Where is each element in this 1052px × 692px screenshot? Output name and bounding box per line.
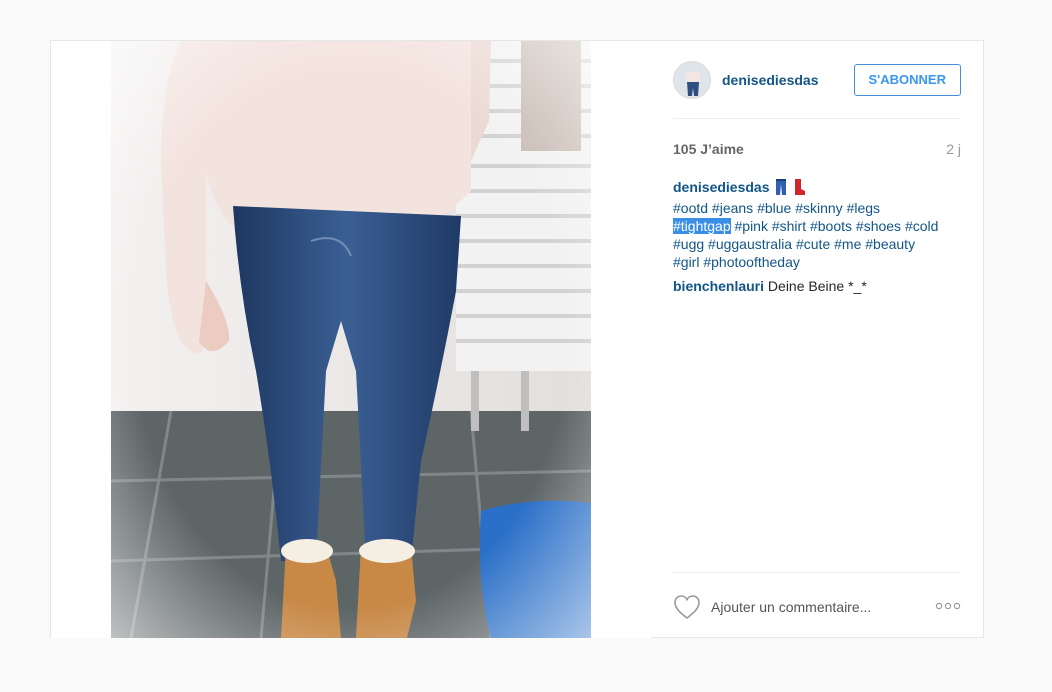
more-options-icon[interactable] [935,597,961,615]
post-card: denisediesdas S'ABONNER 105 J’aime 2 j d… [50,40,984,638]
caption-hashtags-line3[interactable]: #ugg #uggaustralia #cute #me #beauty [673,236,915,252]
post-photo[interactable] [111,41,591,638]
avatar[interactable] [673,61,711,99]
caption: denisediesdas #ootd #jeans #blue #skinny… [673,178,961,271]
hashtag-selected[interactable]: #tightgap [673,218,731,234]
boot-emoji [792,179,806,199]
caption-hashtags-line4[interactable]: #girl #photooftheday [673,254,800,270]
comment-text: Deine Beine *_* [764,278,867,294]
caption-username[interactable]: denisediesdas [673,179,770,195]
caption-hashtags-line1[interactable]: #ootd #jeans #blue #skinny #legs [673,200,880,216]
heart-icon[interactable] [673,594,701,620]
post-age[interactable]: 2 j [946,141,961,157]
follow-button[interactable]: S'ABONNER [853,64,961,96]
header-divider [673,118,961,119]
post-header: denisediesdas S'ABONNER [673,61,961,101]
post-sidebar: denisediesdas S'ABONNER 105 J’aime 2 j d… [673,41,961,638]
author-username[interactable]: denisediesdas [722,72,819,88]
photo-area [51,41,651,638]
comment: bienchenlauri Deine Beine *_* [673,277,961,295]
add-comment-input[interactable] [711,597,921,617]
actions-divider [673,572,961,573]
caption-hashtags-line2[interactable]: #pink #shirt #boots #shoes #cold [731,218,938,234]
likes-count[interactable]: 105 J’aime [673,141,744,157]
jeans-emoji [774,179,788,199]
comment-username[interactable]: bienchenlauri [673,278,764,294]
